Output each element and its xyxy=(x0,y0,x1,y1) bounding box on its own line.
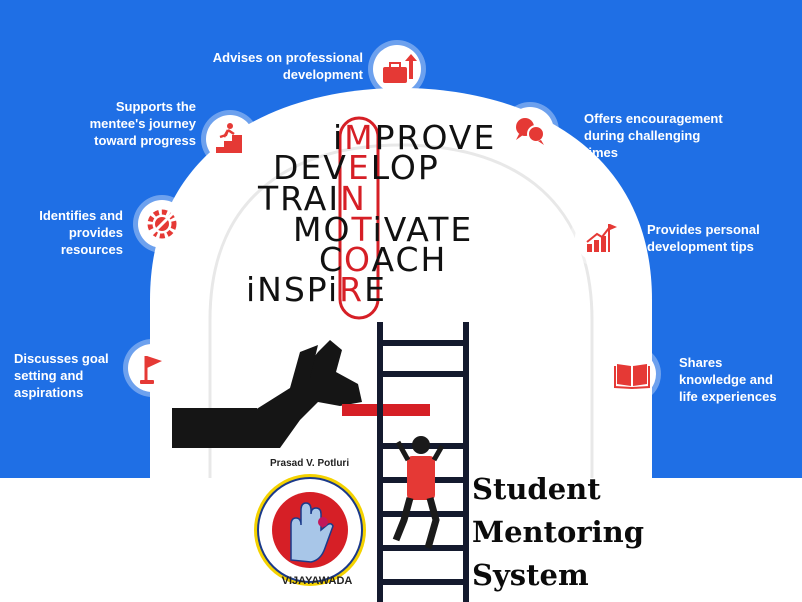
red-step-bar xyxy=(342,404,430,416)
caption-provides: Provides personal development tips xyxy=(647,222,760,254)
word-inspire: iNSPiRE xyxy=(246,270,387,309)
title-line-1: Student xyxy=(472,472,601,506)
chat-bubbles-icon xyxy=(506,107,554,155)
stair-runner-icon xyxy=(206,115,254,163)
mentoring-poster: iMPROVE DEVELOP TRAIN MOTiVATE COACH iNS… xyxy=(0,0,802,602)
logo-city-text: VIJAYAWADA xyxy=(281,575,353,587)
caption-identifies: Identifies and provides resources xyxy=(39,208,123,257)
briefcase-growth-icon xyxy=(373,45,421,93)
caption-discusses: Discusses goal setting and aspirations xyxy=(14,351,109,400)
title-line-3: System xyxy=(472,558,589,592)
title-line-2: Mentoring xyxy=(472,515,645,549)
goal-flag-icon xyxy=(128,344,176,392)
caption-advises: Advises on professional development xyxy=(212,50,363,82)
gear-tools-icon xyxy=(138,200,186,248)
caption-supports: Supports the mentee's journey toward progr… xyxy=(89,99,196,148)
open-book-icon xyxy=(608,350,656,398)
caption-shares: Shares knowledge and life experiences xyxy=(679,355,777,404)
logo-top-text: Prasad V. Potluri xyxy=(270,458,350,469)
caption-offers: Offers encouragement during challenging ti… xyxy=(584,111,723,160)
growth-chart-flag-icon xyxy=(575,214,623,262)
